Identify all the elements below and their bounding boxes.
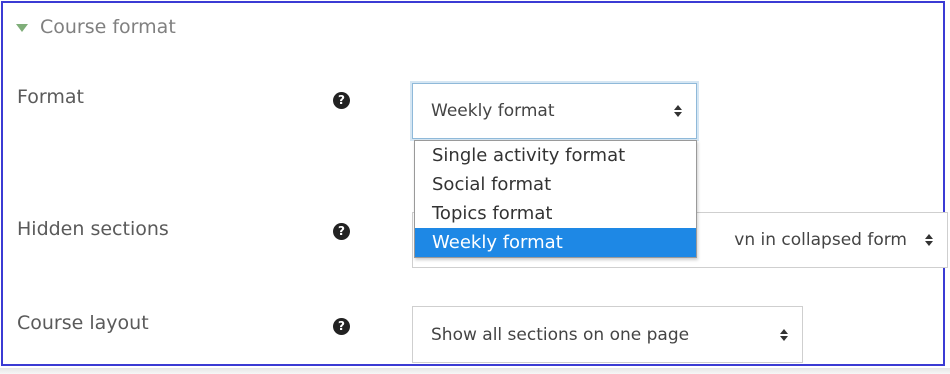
format-select[interactable]: Weekly format [412,83,697,139]
caret-down-icon [16,24,28,32]
hidden-sections-help-icon[interactable]: ? [333,223,350,240]
hidden-sections-label: Hidden sections [17,218,169,240]
section-title: Course format [40,16,176,38]
dropdown-option-social[interactable]: Social format [415,170,696,199]
select-arrows-icon [780,328,788,341]
dropdown-option-weekly[interactable]: Weekly format [415,228,696,257]
dropdown-option-single-activity[interactable]: Single activity format [415,141,696,170]
course-layout-select[interactable]: Show all sections on one page [412,306,803,363]
hidden-sections-select-value: vn in collapsed form [734,230,907,250]
format-help-icon[interactable]: ? [333,92,350,109]
dropdown-option-topics[interactable]: Topics format [415,199,696,228]
format-select-value: Weekly format [431,101,555,121]
course-layout-label: Course layout [17,312,149,334]
format-dropdown-list: Single activity format Social format Top… [414,140,697,258]
course-layout-select-value: Show all sections on one page [431,324,690,345]
course-layout-help-icon[interactable]: ? [333,318,350,335]
format-label: Format [17,86,84,108]
bottom-shadow [0,368,950,374]
select-arrows-icon [925,234,933,246]
section-header-course-format[interactable]: Course format [16,16,176,38]
select-arrows-icon [674,105,682,117]
